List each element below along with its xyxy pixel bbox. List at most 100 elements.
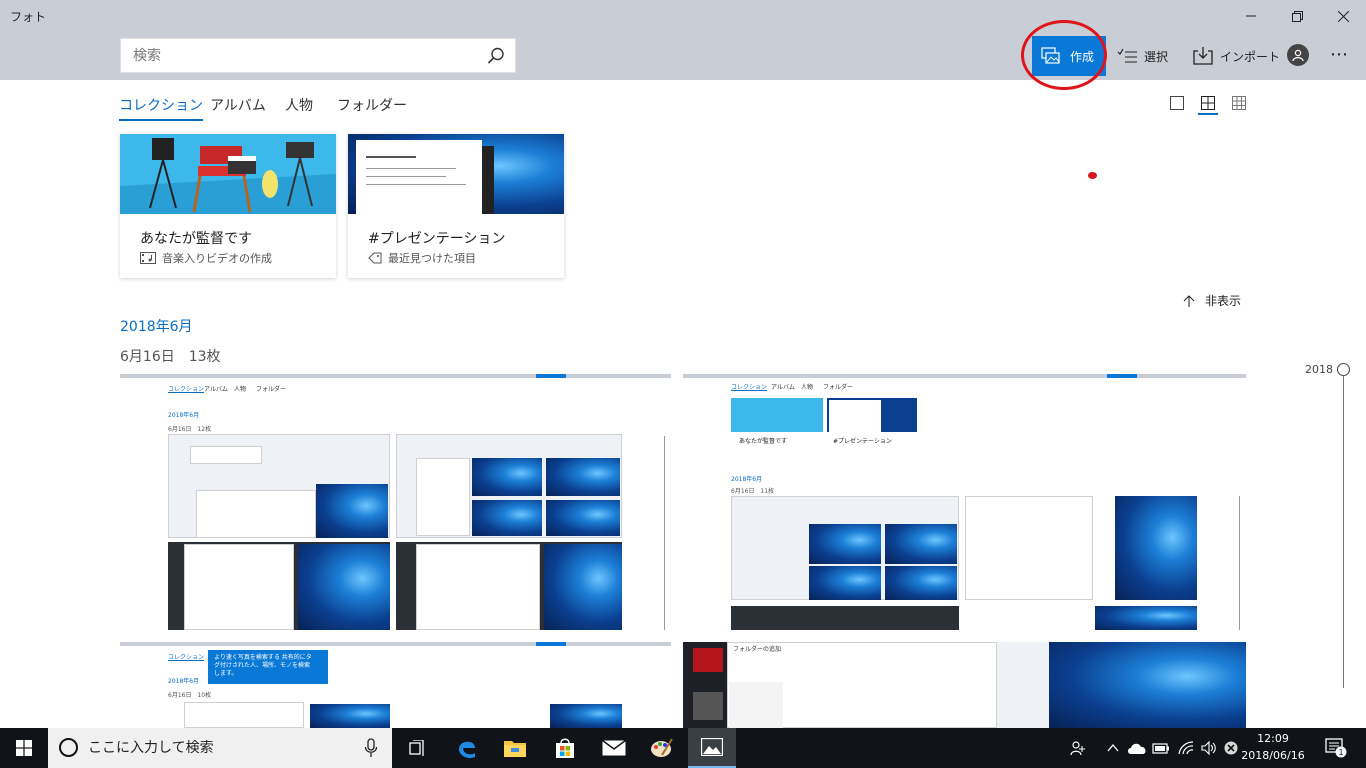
account-avatar[interactable]	[1287, 44, 1309, 66]
card-presentation[interactable]: #プレゼンテーション 最近見つけた項目	[348, 134, 564, 278]
create-icon	[1041, 47, 1060, 64]
search-box	[120, 38, 516, 73]
task-view-button[interactable]	[394, 728, 442, 768]
photo-thumbnail[interactable]: フォルダーの追加	[683, 642, 1246, 728]
thumb-text: 6月16日 11枚	[731, 488, 775, 495]
month-heading[interactable]: 2018年6月	[120, 316, 193, 336]
small-view-icon[interactable]	[1232, 96, 1246, 110]
thumb-text: フォルダー	[256, 386, 287, 393]
tab-collection[interactable]: コレクション	[119, 95, 203, 121]
people-tray[interactable]	[1066, 728, 1090, 768]
photo-thumbnail[interactable]: コレクション アルバム 人物 フォルダー 2018年6月 6月16日 12枚	[120, 374, 671, 630]
taskbar-clock[interactable]: 12:09 2018/06/16	[1240, 730, 1306, 764]
cloud-icon	[1128, 743, 1146, 754]
volume-tray[interactable]	[1198, 728, 1220, 768]
photo-thumbnail[interactable]: コレクション アルバム 人物 フォルダー あなたが監督です #プレゼンテーション…	[683, 374, 1246, 630]
thumb-text: コレクション	[168, 386, 205, 393]
show-hidden-icons[interactable]	[1102, 728, 1124, 768]
large-view-icon[interactable]	[1170, 96, 1184, 110]
taskbar-paint[interactable]	[638, 728, 686, 768]
store-icon	[556, 738, 574, 758]
thumb-text: #プレゼンテーション	[833, 438, 892, 445]
battery-icon	[1152, 743, 1169, 754]
tab-folder[interactable]: フォルダー	[337, 95, 407, 115]
taskbar-search	[48, 728, 392, 768]
taskbar-store[interactable]	[541, 728, 589, 768]
import-label: インポート	[1220, 49, 1281, 64]
app-title: フォト	[10, 10, 47, 24]
taskbar-mail[interactable]	[590, 728, 638, 768]
card-title: #プレゼンテーション	[368, 231, 506, 247]
thumb-text: コレクション	[731, 384, 768, 391]
cortana-icon[interactable]	[59, 738, 78, 757]
minimize-button[interactable]	[1228, 0, 1274, 32]
windows-icon	[16, 740, 32, 756]
hide-label: 非表示	[1205, 294, 1242, 308]
thumb-tooltip: より速く写真を検索する 共有的にタグ付けされた人、場所、モノを検索します。	[214, 654, 312, 677]
edge-icon	[459, 741, 475, 759]
photo-count: 13枚	[188, 349, 221, 365]
timeline-knob[interactable]	[1337, 363, 1350, 376]
hide-button[interactable]: 非表示	[1183, 292, 1241, 309]
create-button[interactable]: 作成	[1032, 36, 1106, 76]
wifi-tray[interactable]	[1174, 728, 1198, 768]
folder-icon	[504, 741, 526, 757]
person-icon	[1292, 49, 1304, 61]
import-button[interactable]: インポート	[1193, 44, 1280, 68]
search-icon[interactable]	[487, 47, 505, 65]
taskbar-search-input[interactable]	[88, 728, 348, 768]
photos-icon	[701, 738, 723, 756]
people-icon	[1070, 741, 1085, 756]
annotation-dot	[1088, 172, 1097, 179]
notification-count: 1	[1338, 748, 1343, 757]
command-bar: フォト 作成 選択 イン	[0, 0, 1366, 90]
battery-tray[interactable]	[1149, 728, 1173, 768]
thumb-text: アルバム	[204, 386, 228, 393]
notification-icon: 1	[1325, 738, 1347, 758]
more-options-icon[interactable]: ⋯	[1330, 44, 1349, 65]
timeline-year[interactable]: 2018	[1305, 363, 1333, 376]
thumb-text: アルバム	[771, 384, 795, 391]
video-music-icon	[140, 252, 156, 264]
card-subtitle-text: 最近見つけた項目	[388, 252, 476, 265]
restore-button[interactable]	[1274, 0, 1320, 32]
card-thumbnail	[348, 134, 564, 214]
thumb-text: 2018年6月	[168, 678, 200, 685]
timeline-track[interactable]	[1343, 376, 1344, 688]
photo-thumbnail[interactable]: コレクション 2018年6月 6月16日 10枚 より速く写真を検索する 共有的…	[120, 642, 671, 728]
ime-disabled-icon	[1224, 741, 1238, 755]
microphone-icon[interactable]	[364, 738, 378, 758]
card-subtitle: 最近見つけた項目	[368, 250, 476, 266]
date-text: 6月16日	[120, 349, 175, 365]
taskbar-edge[interactable]	[443, 728, 491, 768]
start-button[interactable]	[0, 728, 48, 768]
close-icon	[1337, 10, 1349, 22]
thumb-text: 人物	[234, 386, 247, 393]
action-center-button[interactable]: 1	[1316, 728, 1356, 768]
date-group-label: 6月16日 13枚	[120, 346, 221, 366]
card-thumbnail	[120, 134, 336, 214]
thumb-text: 2018年6月	[731, 476, 763, 483]
taskbar: 12:09 2018/06/16 1	[0, 728, 1366, 768]
view-selected-indicator	[1198, 113, 1218, 115]
thumb-text: 6月16日 10枚	[168, 692, 212, 699]
select-label: 選択	[1144, 49, 1169, 64]
create-label: 作成	[1070, 49, 1095, 64]
select-button[interactable]: 選択	[1117, 44, 1168, 68]
taskbar-photos[interactable]	[688, 728, 736, 768]
card-title: あなたが監督です	[140, 231, 252, 247]
ime-tray[interactable]	[1220, 728, 1242, 768]
close-button[interactable]	[1320, 0, 1366, 32]
thumb-text: コレクション	[168, 654, 205, 661]
card-subtitle-text: 音楽入りビデオの作成	[162, 252, 272, 265]
onedrive-tray[interactable]	[1125, 728, 1149, 768]
card-video-director[interactable]: あなたが監督です 音楽入りビデオの作成	[120, 134, 336, 278]
select-icon	[1117, 48, 1137, 63]
restore-icon	[1291, 10, 1303, 22]
tab-people[interactable]: 人物	[285, 95, 313, 115]
medium-view-icon[interactable]	[1201, 96, 1215, 110]
tab-album[interactable]: アルバム	[210, 95, 266, 115]
tag-icon	[368, 252, 382, 264]
taskbar-explorer[interactable]	[491, 728, 539, 768]
search-input[interactable]	[121, 39, 481, 72]
